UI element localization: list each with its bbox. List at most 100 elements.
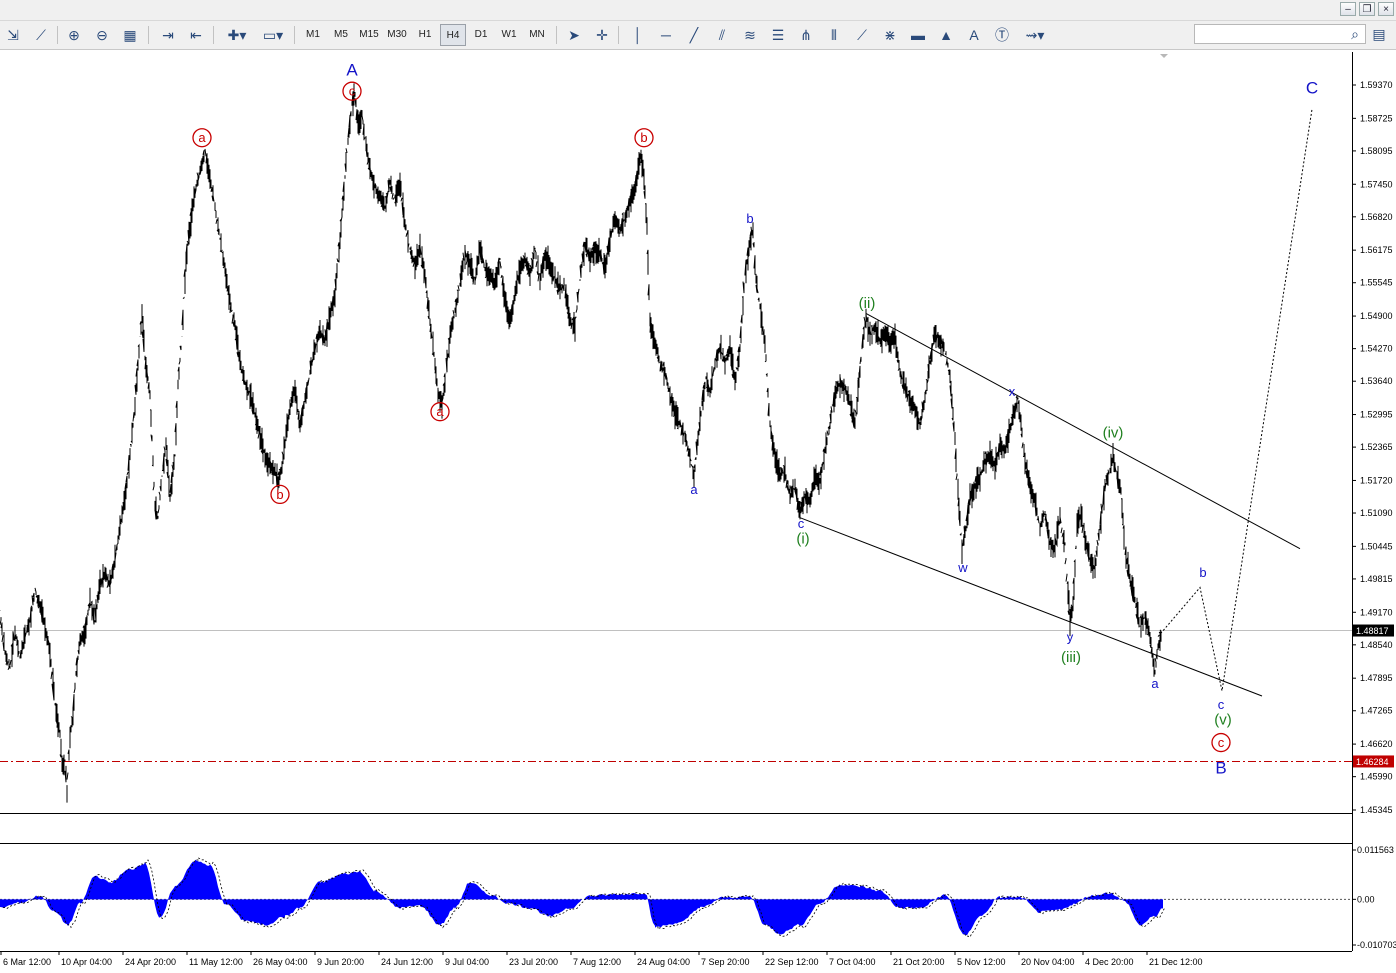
crosshair-icon[interactable]: ✛ <box>591 24 613 46</box>
x-tick-label: 5 Nov 12:00 <box>957 957 1006 967</box>
timeframe-mn[interactable]: MN <box>524 24 550 46</box>
chart-shift-icon[interactable]: ⇤ <box>185 24 207 46</box>
wave-label: (iii) <box>1061 649 1081 666</box>
wave-label: c <box>1218 697 1225 712</box>
wave-label: (iv) <box>1103 424 1124 441</box>
restore-button[interactable]: ❐ <box>1359 2 1375 16</box>
wave-label: b <box>276 487 283 502</box>
y-tick-label: 1.58095 <box>1360 146 1393 156</box>
wave-label: (v) <box>1214 711 1232 728</box>
tile-windows-icon[interactable]: ▦ <box>119 24 141 46</box>
x-tick-label: 21 Dec 12:00 <box>1149 957 1203 967</box>
y-tick-label: 1.45990 <box>1360 772 1393 782</box>
arrows-icon[interactable]: ⇝▾ <box>1019 24 1051 46</box>
rectangle-icon[interactable]: ▬ <box>907 24 929 46</box>
y-tick-label: 1.51720 <box>1360 475 1393 485</box>
autoscroll-icon[interactable]: ⇥ <box>157 24 179 46</box>
gann-fan-icon[interactable]: ⟋ <box>851 24 873 46</box>
wave-label: c <box>798 516 805 531</box>
x-tick-label: 7 Sep 20:00 <box>701 957 750 967</box>
y-tick-label: 1.53640 <box>1360 376 1393 386</box>
timeframe-m1[interactable]: M1 <box>300 24 326 46</box>
x-tick-label: 24 Jun 12:00 <box>381 957 433 967</box>
x-tick-label: 22 Sep 12:00 <box>765 957 819 967</box>
y-tick-label: 1.58725 <box>1360 113 1393 123</box>
x-tick-label: 10 Apr 04:00 <box>61 957 112 967</box>
text-label-icon[interactable]: Ⓣ <box>991 24 1013 46</box>
y-tick-label: 1.55545 <box>1360 278 1393 288</box>
price-chart[interactable]: 1.59370 1.58725 1.58095 1.57450 1.56820 1.561… <box>0 50 1396 973</box>
horizontal-line-icon[interactable]: ─ <box>655 24 677 46</box>
y-tick-label: 1.52365 <box>1360 442 1393 452</box>
y-tick-label: 1.52995 <box>1360 410 1393 420</box>
wave-label: B <box>1215 758 1226 777</box>
timeframe-h1[interactable]: H1 <box>412 24 438 46</box>
triangle-icon[interactable]: ▲ <box>935 24 957 46</box>
timeframe-m15[interactable]: M15 <box>356 24 382 46</box>
fibonacci-expansion-icon[interactable]: ☰ <box>767 24 789 46</box>
wave-label: c <box>349 84 356 99</box>
templates-icon[interactable]: ▭▾ <box>258 24 288 46</box>
x-tick-label: 6 Mar 12:00 <box>3 957 51 967</box>
timeframe-m5[interactable]: M5 <box>328 24 354 46</box>
indicators-icon[interactable]: ✚▾ <box>222 24 252 46</box>
oscillator-tick-label: 0.011563 <box>1357 845 1394 855</box>
y-tick-label: 1.47895 <box>1360 673 1393 683</box>
trendline-icon[interactable]: ╱ <box>683 24 705 46</box>
current-price-label: 1.48817 <box>1356 626 1389 636</box>
wave-label: (i) <box>796 530 809 547</box>
search-input[interactable] <box>1194 24 1366 44</box>
y-tick-label: 1.54270 <box>1360 344 1393 354</box>
x-tick-label: 21 Oct 20:00 <box>893 957 945 967</box>
y-tick-label: 1.47265 <box>1360 706 1393 716</box>
x-tick-label: 7 Oct 04:00 <box>829 957 876 967</box>
fibonacci-retracement-icon[interactable]: ≋ <box>739 24 761 46</box>
y-tick-label: 1.54900 <box>1360 311 1393 321</box>
wave-label: w <box>957 560 968 575</box>
cursor-icon[interactable]: ➤ <box>563 24 585 46</box>
gann-line-icon[interactable]: ⦀ <box>823 24 845 46</box>
new-order-icon[interactable]: ⇲ <box>2 24 24 46</box>
wave-label: (ii) <box>859 295 876 312</box>
wave-label: b <box>746 211 753 226</box>
oscillator-tick-label: 0.00 <box>1357 894 1375 904</box>
equidistant-channel-icon[interactable]: ⫽ <box>711 24 733 46</box>
line-chart-icon[interactable]: ⟋ <box>30 24 52 46</box>
text-icon[interactable]: A <box>963 24 985 46</box>
close-button[interactable]: × <box>1378 2 1394 16</box>
x-tick-label: 20 Nov 04:00 <box>1021 957 1075 967</box>
toolbar: ⇲ ⟋ ⊕ ⊖ ▦ ⇥ ⇤ ✚▾ ▭▾ M1 M5 M15 M30 H1 H4 … <box>0 21 1396 50</box>
x-tick-label: 24 Aug 04:00 <box>637 957 690 967</box>
gann-grid-icon[interactable]: ⋇ <box>879 24 901 46</box>
wave-label: y <box>1067 630 1074 645</box>
minimize-button[interactable]: – <box>1340 2 1356 16</box>
timeframe-m30[interactable]: M30 <box>384 24 410 46</box>
y-tick-label: 1.48540 <box>1360 640 1393 650</box>
x-tick-label: 23 Jul 20:00 <box>509 957 558 967</box>
community-icon[interactable]: ▤ <box>1368 24 1390 44</box>
wave-label: C <box>1306 79 1318 98</box>
x-tick-label: 24 Apr 20:00 <box>125 957 176 967</box>
wave-label: A <box>346 61 358 80</box>
x-tick-label: 26 May 04:00 <box>253 957 308 967</box>
window-titlebar: – ❐ × <box>0 0 1396 21</box>
wave-label: x <box>1009 384 1016 399</box>
timeframe-h4[interactable]: H4 <box>440 24 466 46</box>
timeframe-w1[interactable]: W1 <box>496 24 522 46</box>
search-icon[interactable]: ⌕ <box>1344 24 1366 44</box>
wave-label: a <box>436 404 444 419</box>
andrews-pitchfork-icon[interactable]: ⋔ <box>795 24 817 46</box>
wave-label: b <box>1199 565 1206 580</box>
vertical-line-icon[interactable]: │ <box>627 24 649 46</box>
x-tick-label: 11 May 12:00 <box>189 957 243 967</box>
y-tick-label: 1.57450 <box>1360 179 1393 189</box>
zoom-in-icon[interactable]: ⊕ <box>63 24 85 46</box>
wave-label: a <box>690 482 698 497</box>
oscillator-tick-label: -0.010703 <box>1357 940 1396 950</box>
x-tick-label: 7 Aug 12:00 <box>573 957 621 967</box>
y-tick-label: 1.49815 <box>1360 574 1393 584</box>
x-tick-label: 9 Jun 20:00 <box>317 957 364 967</box>
timeframe-d1[interactable]: D1 <box>468 24 494 46</box>
x-tick-label: 4 Dec 20:00 <box>1085 957 1134 967</box>
zoom-out-icon[interactable]: ⊖ <box>91 24 113 46</box>
